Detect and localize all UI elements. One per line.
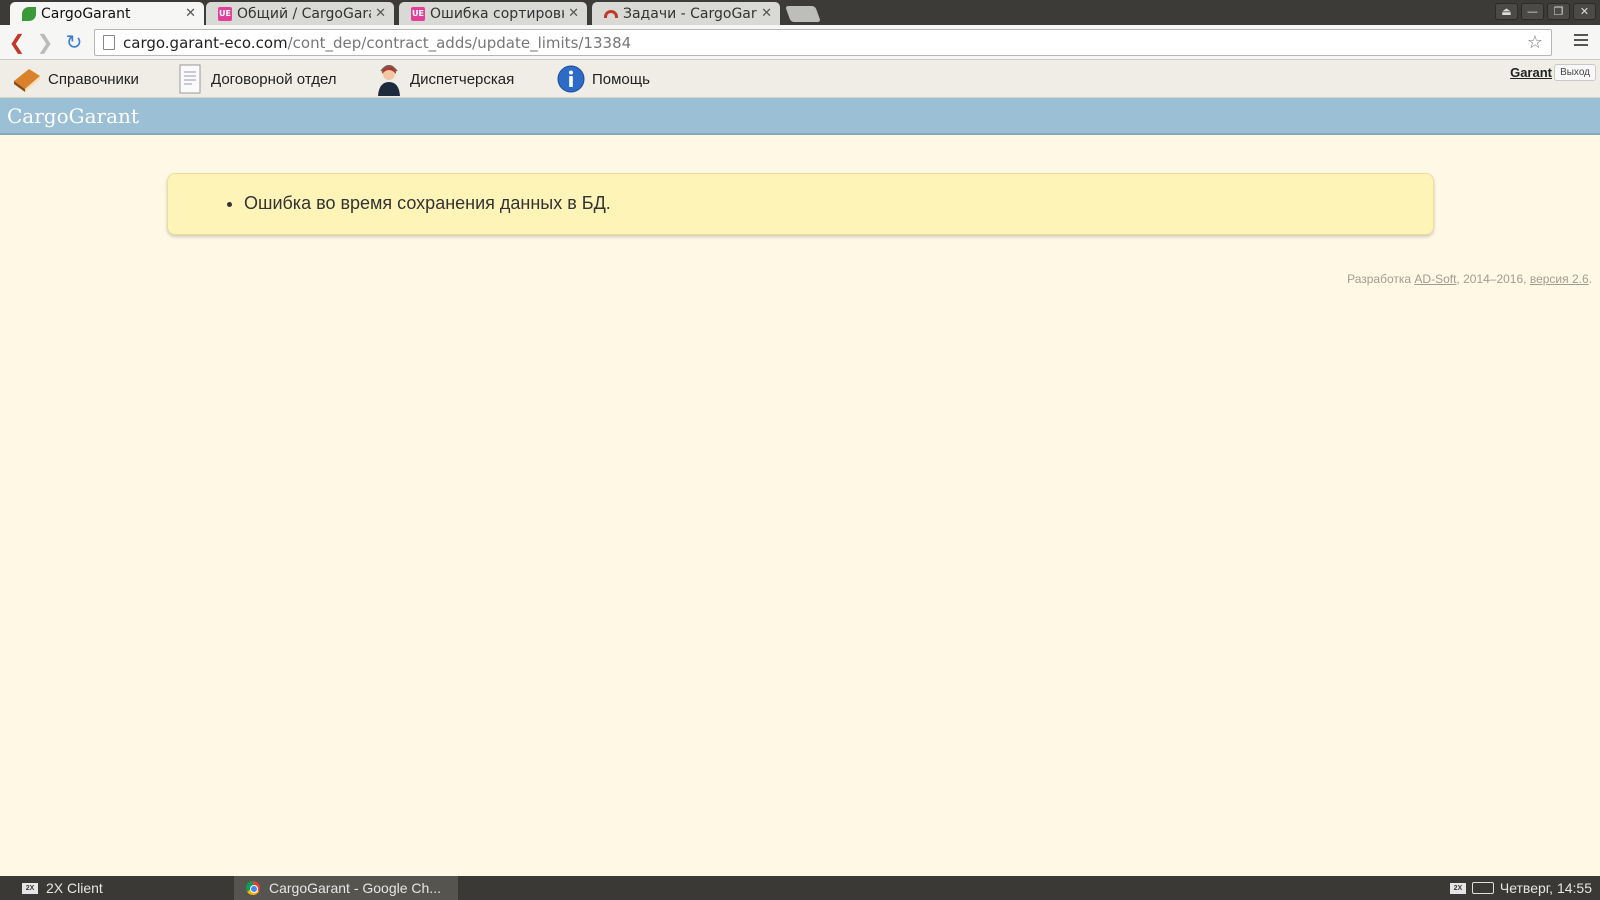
address-bar[interactable]: cargo.garant-eco.com /cont_dep/contract_…: [94, 29, 1552, 56]
tab-title: Ошибка сортировк: [430, 5, 565, 22]
keyboard-icon[interactable]: [1471, 882, 1494, 894]
system-tray: 2X Четверг, 14:55: [1449, 876, 1592, 900]
chrome-icon: [246, 881, 260, 895]
2x-icon: 2X: [22, 882, 38, 894]
menu-item-label: Помощь: [592, 70, 650, 88]
browser-tab-strip: CargoGarant ✕ UE Общий / CargoGara ✕ UE …: [0, 0, 1600, 25]
close-icon[interactable]: ✕: [375, 6, 386, 21]
close-icon[interactable]: ✕: [761, 6, 772, 21]
credit-prefix: Разработка: [1347, 272, 1412, 286]
dispatcher-icon: [372, 62, 406, 96]
error-message: Ошибка во время сохранения данных в БД.: [244, 193, 611, 214]
tab-title: Общий / CargoGara: [237, 5, 372, 22]
company-link[interactable]: AD-Soft: [1414, 272, 1456, 286]
menu-item-label: Диспетчерская: [410, 70, 515, 88]
clock[interactable]: Четверг, 14:55: [1500, 880, 1592, 896]
taskbar-item-2x-client[interactable]: 2X 2X Client: [22, 876, 103, 900]
browser-toolbar: ❮ ❯ ↻ cargo.garant-eco.com /cont_dep/con…: [0, 25, 1600, 60]
browser-menu-icon[interactable]: [1574, 34, 1588, 48]
task-label: 2X Client: [46, 880, 103, 896]
book-icon: [10, 62, 44, 96]
restore-icon[interactable]: ❐: [1547, 3, 1570, 20]
url-path: /cont_dep/contract_adds/update_limits/13…: [287, 33, 632, 52]
taskbar-item-chrome[interactable]: CargoGarant - Google Ch...: [234, 876, 458, 900]
user-icon[interactable]: ⏏: [1495, 3, 1518, 20]
error-list: Ошибка во время сохранения данных в БД.: [244, 193, 611, 214]
error-alert: Ошибка во время сохранения данных в БД.: [167, 173, 1434, 235]
tab-title: Задачи - CargoGara: [623, 5, 758, 22]
tab-cargogarant[interactable]: CargoGarant ✕: [10, 2, 204, 25]
tab-general[interactable]: UE Общий / CargoGara ✕: [206, 2, 394, 25]
redmine-icon: [604, 9, 618, 18]
tab-title: CargoGarant: [41, 5, 131, 22]
os-taskbar: 2X 2X Client CargoGarant - Google Ch... …: [0, 876, 1600, 900]
window-controls: ⏏ — ❐ ✕: [1495, 3, 1596, 20]
tab-sort-error[interactable]: UE Ошибка сортировк ✕: [399, 2, 587, 25]
document-icon: [173, 62, 207, 96]
leaf-icon: [22, 6, 36, 21]
logout-button[interactable]: Выход: [1554, 64, 1596, 81]
credit-suffix: .: [1588, 272, 1592, 286]
credit-years: , 2014–2016,: [1456, 272, 1527, 286]
menu-item-label: Договорной отдел: [211, 70, 337, 88]
close-icon[interactable]: ✕: [185, 6, 196, 21]
2x-tray-icon[interactable]: 2X: [1449, 882, 1466, 894]
new-tab-button[interactable]: [785, 6, 821, 22]
tab-tasks[interactable]: Задачи - CargoGara ✕: [592, 2, 780, 25]
version-link[interactable]: версия 2.6: [1530, 272, 1589, 286]
close-icon[interactable]: ✕: [568, 6, 579, 21]
ue-icon: UE: [411, 6, 425, 21]
menu-item-dispatch[interactable]: Диспетчерская: [372, 60, 514, 98]
task-label: CargoGarant - Google Ch...: [269, 880, 441, 896]
forward-icon[interactable]: ❯: [33, 30, 57, 54]
page-icon: [103, 35, 115, 50]
url-host: cargo.garant-eco.com: [123, 33, 288, 52]
info-icon: [554, 62, 588, 96]
brand-bar: CargoGarant: [0, 98, 1600, 135]
back-icon[interactable]: ❮: [5, 30, 29, 54]
app-menu-bar: Справочники Договорной отдел Диспетчерск…: [0, 60, 1600, 98]
menu-item-help[interactable]: Помощь: [554, 60, 650, 98]
minimize-icon[interactable]: —: [1521, 3, 1544, 20]
user-name-link[interactable]: Garant: [1510, 65, 1552, 80]
window-close-icon[interactable]: ✕: [1573, 3, 1596, 20]
site-title: CargoGarant: [7, 104, 139, 128]
footer-credit: Разработка AD-Soft, 2014–2016, версия 2.…: [1347, 272, 1592, 286]
ue-icon: UE: [218, 6, 232, 21]
menu-item-directories[interactable]: Справочники: [10, 60, 139, 98]
menu-item-contract-dept[interactable]: Договорной отдел: [173, 60, 337, 98]
reload-icon[interactable]: ↻: [62, 30, 86, 54]
bookmark-star-icon[interactable]: ☆: [1527, 32, 1543, 53]
menu-item-label: Справочники: [48, 70, 139, 88]
